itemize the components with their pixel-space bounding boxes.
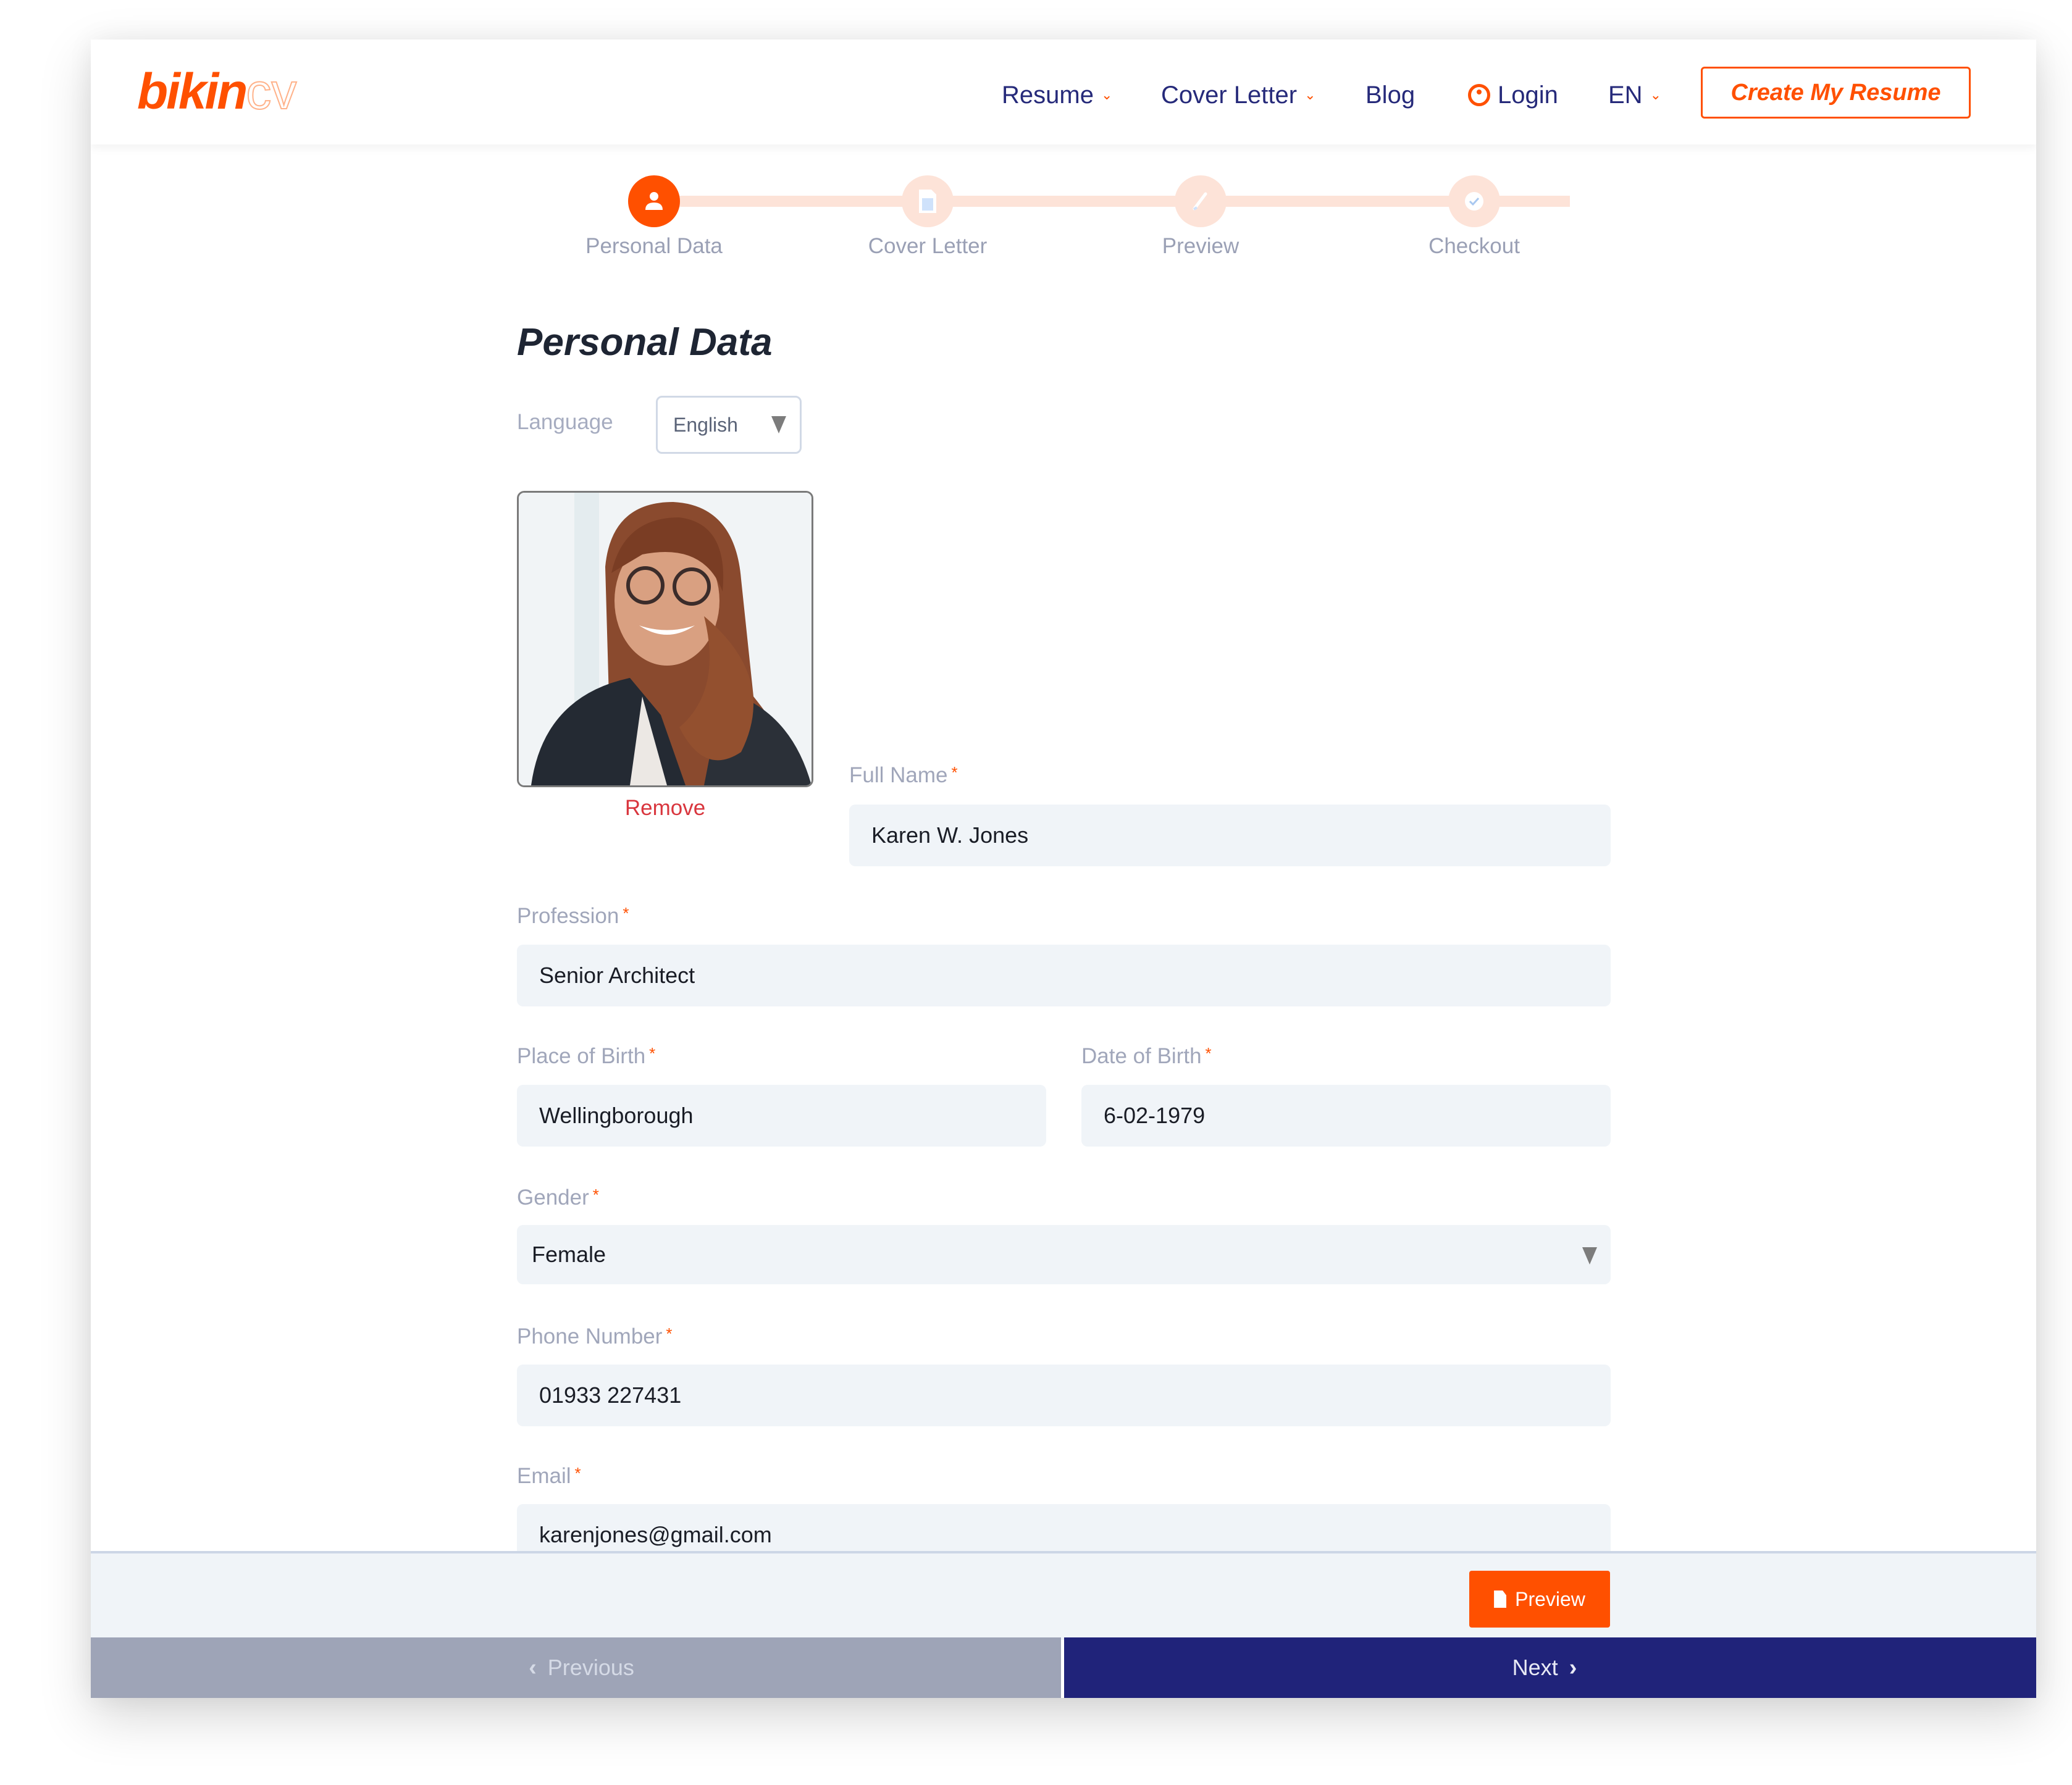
- profession-label: Profession *: [517, 904, 629, 929]
- date-of-birth-label: Date of Birth *: [1081, 1044, 1212, 1069]
- language-switcher-label: EN: [1608, 81, 1643, 109]
- preview-button[interactable]: Preview: [1469, 1571, 1610, 1628]
- email-label-text: Email: [517, 1464, 571, 1488]
- required-marker: *: [592, 1185, 599, 1204]
- create-my-resume-button[interactable]: Create My Resume: [1701, 67, 1971, 119]
- date-of-birth-value: 6-02-1979: [1104, 1103, 1206, 1128]
- nav-blog[interactable]: Blog: [1365, 77, 1415, 114]
- stepper-track: [653, 196, 1570, 207]
- date-of-birth-input[interactable]: 6-02-1979: [1081, 1085, 1611, 1147]
- full-name-label: Full Name *: [849, 763, 958, 788]
- document-icon: [1494, 1591, 1507, 1608]
- nav-cover-letter[interactable]: Cover Letter ⌄: [1161, 77, 1316, 114]
- required-marker: *: [951, 763, 958, 782]
- chevron-right-icon: ›: [1569, 1654, 1577, 1681]
- place-of-birth-value: Wellingborough: [539, 1103, 694, 1128]
- place-of-birth-label: Place of Birth *: [517, 1044, 655, 1069]
- action-bar: [91, 1551, 2036, 1640]
- phone-label: Phone Number *: [517, 1324, 673, 1349]
- top-navbar: bikincv Resume ⌄ Cover Letter ⌄ Blog Log…: [91, 40, 2036, 144]
- chevron-left-icon: ‹: [529, 1654, 537, 1681]
- nav-cover-letter-label: Cover Letter: [1161, 81, 1298, 109]
- nav-login[interactable]: Login: [1468, 77, 1558, 114]
- profile-photo[interactable]: [517, 491, 813, 787]
- profession-value: Senior Architect: [539, 963, 695, 988]
- app-window: bikincv Resume ⌄ Cover Letter ⌄ Blog Log…: [91, 40, 2036, 1698]
- required-marker: *: [649, 1044, 656, 1063]
- nav-login-label: Login: [1498, 81, 1558, 109]
- step-preview[interactable]: [1175, 175, 1227, 227]
- preview-button-label: Preview: [1515, 1587, 1585, 1610]
- phone-label-text: Phone Number: [517, 1324, 663, 1348]
- step-checkout[interactable]: [1448, 175, 1500, 227]
- email-label: Email *: [517, 1464, 581, 1489]
- document-icon: [919, 190, 936, 213]
- chevron-down-icon: ⌄: [1101, 87, 1113, 102]
- full-name-value: Karen W. Jones: [871, 822, 1029, 848]
- logo[interactable]: bikincv: [137, 63, 297, 121]
- dropdown-arrow-icon: [771, 416, 786, 433]
- email-value: karenjones@gmail.com: [539, 1522, 772, 1547]
- nav-resume[interactable]: Resume ⌄: [1002, 77, 1112, 114]
- dropdown-arrow-icon: [1582, 1247, 1597, 1265]
- language-select-value: English: [673, 413, 738, 436]
- nav-resume-label: Resume: [1002, 81, 1094, 109]
- gender-value: Female: [532, 1242, 606, 1267]
- step-cover-letter[interactable]: [902, 175, 954, 227]
- required-marker: *: [666, 1324, 673, 1343]
- profession-input[interactable]: Senior Architect: [517, 945, 1611, 1006]
- full-name-input[interactable]: Karen W. Jones: [849, 805, 1611, 866]
- step-label: Checkout: [1428, 234, 1520, 258]
- next-button[interactable]: Next ›: [1064, 1637, 2036, 1698]
- place-of-birth-input[interactable]: Wellingborough: [517, 1085, 1046, 1147]
- step-label: Personal Data: [585, 234, 723, 258]
- check-icon: [1465, 192, 1483, 211]
- required-marker: *: [574, 1464, 581, 1482]
- date-of-birth-label-text: Date of Birth: [1081, 1044, 1202, 1068]
- next-button-label: Next: [1512, 1655, 1558, 1680]
- user-circle-icon: [1468, 84, 1490, 106]
- chevron-down-icon: ⌄: [1650, 87, 1662, 102]
- place-of-birth-label-text: Place of Birth: [517, 1044, 646, 1068]
- remove-photo-link[interactable]: Remove: [517, 796, 813, 821]
- chevron-down-icon: ⌄: [1304, 87, 1316, 102]
- language-switcher[interactable]: EN ⌄: [1608, 77, 1661, 114]
- required-marker: *: [1205, 1044, 1212, 1063]
- language-select[interactable]: English: [656, 396, 802, 454]
- step-label: Preview: [1162, 234, 1239, 258]
- full-name-label-text: Full Name: [849, 763, 948, 787]
- nav-blog-label: Blog: [1365, 81, 1416, 109]
- profile-photo-image: [519, 493, 812, 785]
- gender-label-text: Gender: [517, 1185, 589, 1210]
- gender-label: Gender *: [517, 1185, 599, 1210]
- profession-label-text: Profession: [517, 904, 619, 928]
- pencil-icon: [1193, 192, 1207, 211]
- gender-select[interactable]: Female: [517, 1225, 1611, 1284]
- step-label: Cover Letter: [868, 234, 988, 258]
- user-icon: [645, 192, 663, 210]
- phone-input[interactable]: 01933 227431: [517, 1365, 1611, 1426]
- step-personal-data[interactable]: [628, 175, 680, 227]
- phone-value: 01933 227431: [539, 1382, 682, 1408]
- previous-button[interactable]: ‹ Previous: [91, 1637, 1061, 1698]
- page-title: Personal Data: [517, 321, 773, 364]
- required-marker: *: [623, 904, 629, 922]
- language-label: Language: [517, 410, 613, 434]
- previous-button-label: Previous: [547, 1655, 634, 1680]
